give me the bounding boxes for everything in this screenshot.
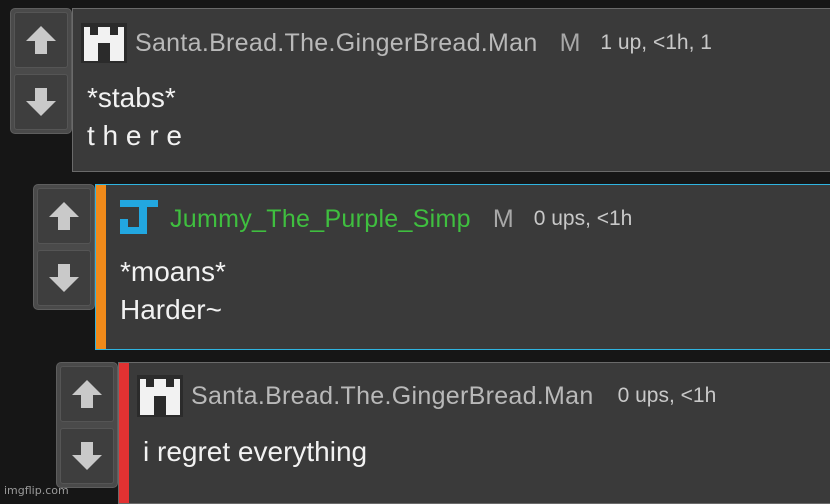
comment-text: i regret everything [143,433,367,471]
vote-panel [33,184,95,310]
comment-line: *moans* [120,256,226,287]
comment-line: *stabs* [87,82,176,113]
username[interactable]: Santa.Bread.The.GingerBread.Man [191,382,594,411]
user-badge: M [492,204,514,233]
comment-box: Santa.Bread.The.GingerBread.Man 0 ups, <… [118,362,830,504]
comment-header: Santa.Bread.The.GingerBread.Man M 1 up, … [81,23,712,63]
downvote-button[interactable] [37,250,91,306]
username[interactable]: Jummy_The_Purple_Simp [170,205,471,234]
thread-indicator-bar [96,185,106,349]
down-arrow-icon [72,442,102,470]
up-arrow-icon [72,380,102,408]
vote-panel [10,8,72,134]
thread-indicator-bar [119,363,129,503]
castle-icon [81,23,127,63]
comment-line: Harder~ [120,294,222,325]
downvote-button[interactable] [60,428,114,484]
upvote-button[interactable] [37,188,91,244]
upvote-button[interactable] [14,12,68,68]
vote-panel [56,362,118,488]
letter-j-icon [116,197,162,241]
up-arrow-icon [26,26,56,54]
downvote-button[interactable] [14,74,68,130]
upvote-button[interactable] [60,366,114,422]
comment-meta: 0 ups, <1h [533,207,633,230]
username[interactable]: Santa.Bread.The.GingerBread.Man [135,29,538,58]
comment-text: *stabs* t h e r e [87,79,182,155]
castle-icon [137,375,183,417]
down-arrow-icon [49,264,79,292]
down-arrow-icon [26,88,56,116]
comment-3: Santa.Bread.The.GingerBread.Man 0 ups, <… [56,362,830,504]
comment-header: Santa.Bread.The.GingerBread.Man 0 ups, <… [137,375,716,417]
comment-meta: 0 ups, <1h [617,384,717,407]
comment-1: Santa.Bread.The.GingerBread.Man M 1 up, … [10,8,830,172]
user-badge: M [559,28,581,57]
comment-header: Jummy_The_Purple_Simp M 0 ups, <1h [116,197,632,241]
comment-text: *moans* Harder~ [120,253,226,329]
comment-box: Santa.Bread.The.GingerBread.Man M 1 up, … [72,8,830,172]
comment-2: Jummy_The_Purple_Simp M 0 ups, <1h *moan… [33,184,830,350]
up-arrow-icon [49,202,79,230]
comment-meta: 1 up, <1h, 1 [600,31,712,54]
watermark: imgflip.com [4,484,69,497]
comment-box: Jummy_The_Purple_Simp M 0 ups, <1h *moan… [95,184,830,350]
comment-line: t h e r e [87,120,182,151]
comment-line: i regret everything [143,436,368,467]
